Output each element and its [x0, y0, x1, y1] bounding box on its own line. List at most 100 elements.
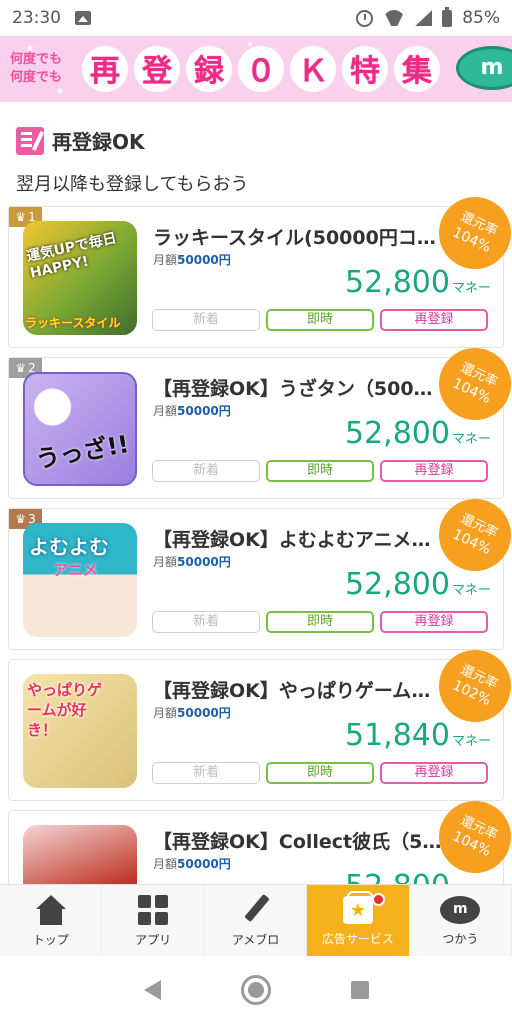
tag-row: 新着 即時 再登録 [152, 611, 488, 633]
tag-reregister: 再登録 [380, 309, 488, 331]
list-item[interactable]: やっぱりゲームが好き！ 【再登録OK】やっぱりゲームが好き！ 月額50000円 … [8, 638, 512, 801]
nav-item-ameblo[interactable]: アメブロ [205, 885, 308, 957]
monthly-fee: 月額50000円 [153, 704, 231, 721]
tag-new: 新着 [152, 611, 260, 633]
monthly-value: 50000円 [177, 404, 231, 418]
status-time: 23:30 [12, 8, 61, 28]
status-bar: 23:30 85% [0, 0, 512, 36]
offer-list: ♛ 1 運気UPで毎日HAPPY! ラッキースタイル ラッキースタイル(5000… [8, 185, 512, 961]
item-title: ラッキースタイル(50000円コース) [153, 227, 443, 249]
nav-label: アプリ [135, 932, 172, 947]
tag-row: 新着 即時 再登録 [152, 460, 488, 482]
notification-dot [371, 893, 385, 906]
monthly-fee: 月額50000円 [153, 553, 231, 570]
pen-icon [241, 895, 271, 925]
monthly-value: 50000円 [177, 706, 231, 720]
nav-item-apps[interactable]: アプリ [102, 885, 205, 957]
tag-new: 新着 [152, 762, 260, 784]
nav-item-use[interactable]: m つかう [410, 885, 512, 957]
crown-icon: ♛ [15, 361, 27, 375]
banner-char: ０ [238, 46, 284, 92]
monthly-value: 50000円 [177, 555, 231, 569]
reward-amount: 51,840 [345, 718, 450, 753]
tag-new: 新着 [152, 460, 260, 482]
battery-icon [442, 6, 453, 27]
nav-label: つかう [442, 931, 479, 946]
thumb-text: うっざ!! [33, 430, 132, 474]
banner-char: 録 [186, 46, 232, 92]
thumb-text: よむよむ [29, 535, 109, 559]
recent-apps-icon[interactable] [350, 981, 369, 999]
crown-icon: ♛ [15, 512, 27, 526]
banner-char: 集 [394, 46, 440, 92]
list-item[interactable]: ♛ 3 よむよむ アニメ 【再登録OK】よむよむアニメ（50000円） 月額50… [8, 487, 512, 650]
list-item[interactable]: ♛ 2 うっざ!! 【再登録OK】うざタン（50000円コース） 月額50000… [8, 336, 512, 499]
ad-service-icon [342, 890, 373, 924]
monthly-fee: 月額50000円 [153, 855, 231, 872]
wifi-icon [383, 10, 405, 26]
item-title: 【再登録OK】よむよむアニメ（50000円） [153, 529, 443, 551]
banner-char: 登 [134, 46, 180, 92]
tag-row: 新着 即時 再登録 [152, 762, 488, 784]
banner-small-text: 何度でも 何度でも [10, 51, 78, 87]
thumb-caption: アニメ [53, 561, 98, 579]
tag-reregister: 再登録 [380, 762, 488, 784]
nav-item-top[interactable]: トップ [0, 885, 103, 957]
system-nav-bar [0, 956, 512, 1024]
banner-char: 再 [82, 46, 128, 92]
app-thumbnail: うっざ!! [23, 372, 137, 486]
reward-amount: 52,800 [345, 416, 450, 451]
monthly-fee: 月額50000円 [153, 402, 231, 419]
reward: 52,800 マネー [345, 416, 491, 451]
item-title: 【再登録OK】Collect彼氏（50000円） [153, 831, 443, 853]
crown-icon: ♛ [15, 210, 27, 224]
app-thumbnail: よむよむ アニメ [23, 523, 137, 637]
signal-icon [415, 10, 433, 26]
monthly-label: 月額 [153, 857, 178, 871]
reward: 51,840 マネー [345, 718, 491, 753]
back-icon[interactable] [143, 980, 161, 1000]
tag-new: 新着 [152, 309, 260, 331]
reward: 52,800 マネー [345, 567, 491, 602]
coin-icon: m [456, 46, 512, 90]
apps-grid-icon [138, 894, 169, 925]
monthly-label: 月額 [153, 253, 178, 267]
image-notification-icon [75, 11, 91, 25]
monthly-fee: 月額50000円 [153, 251, 231, 268]
bottom-nav: トップ アプリ アメブロ 広告サービス m つかう [0, 884, 512, 957]
banner-small-line-2: 何度でも [10, 70, 63, 85]
section-title: 再登録OK [52, 130, 145, 154]
tag-row: 新着 即時 再登録 [152, 309, 488, 331]
edit-note-icon [16, 126, 44, 155]
home-button-icon[interactable] [240, 975, 271, 1005]
thumb-text: やっぱりゲームが好き！ [27, 681, 103, 739]
item-title: 【再登録OK】うざタン（50000円コース） [153, 378, 443, 400]
thumb-text: 運気UPで毎日HAPPY! [25, 230, 119, 282]
reward-unit: マネー [451, 734, 491, 749]
section-header: 再登録OK [16, 126, 145, 155]
nav-label: アメブロ [231, 932, 280, 947]
banner-small-line-1: 何度でも [10, 52, 63, 67]
nav-item-ad-service[interactable]: 広告サービス [307, 885, 410, 957]
banner-char: 特 [342, 46, 388, 92]
banner-headline: 再 登 録 ０ Ｋ 特 集 [82, 46, 440, 92]
reward: 52,800 マネー [345, 265, 491, 300]
nav-label: 広告サービス [321, 931, 394, 946]
monthly-value: 50000円 [177, 253, 231, 267]
tag-instant: 即時 [266, 762, 374, 784]
monthly-label: 月額 [153, 404, 178, 418]
reward-amount: 52,800 [345, 567, 450, 602]
promo-banner[interactable]: 何度でも 何度でも 再 登 録 ０ Ｋ 特 集 m [0, 36, 512, 102]
reward-unit: マネー [451, 432, 491, 447]
home-icon [35, 894, 66, 925]
list-item[interactable]: ♛ 1 運気UPで毎日HAPPY! ラッキースタイル ラッキースタイル(5000… [8, 185, 512, 348]
monthly-label: 月額 [153, 706, 178, 720]
app-thumbnail: 運気UPで毎日HAPPY! ラッキースタイル [23, 221, 137, 335]
tag-reregister: 再登録 [380, 611, 488, 633]
tag-instant: 即時 [266, 460, 374, 482]
item-title: 【再登録OK】やっぱりゲームが好き！ [153, 680, 443, 702]
section-subtitle: 翌月以降も登録してもらおう [16, 174, 249, 195]
banner-char: Ｋ [290, 46, 336, 92]
money-coin-icon: m [440, 895, 481, 924]
status-icons: 85% [356, 6, 500, 28]
